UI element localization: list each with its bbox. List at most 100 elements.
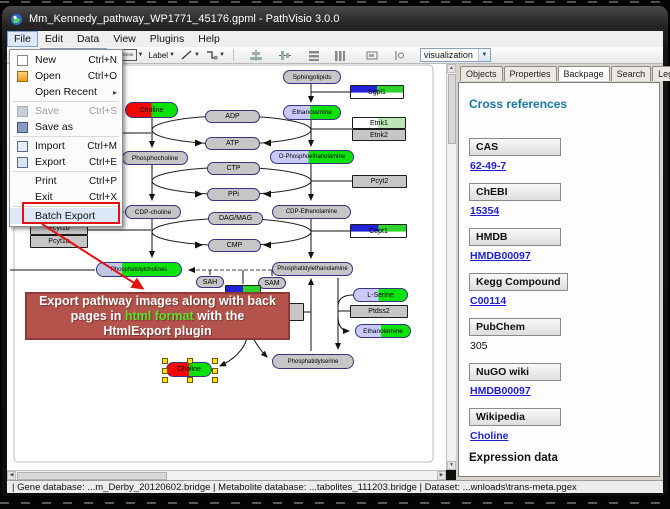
metabolite-node-phosphocholine[interactable]: Phosphocholine (122, 151, 188, 165)
scroll-right-button[interactable]: ▶ (437, 471, 446, 480)
vertical-scroll-thumb[interactable] (448, 74, 456, 144)
menu-item-import[interactable]: ImportCtrl+M (10, 138, 122, 154)
xref-link-15354[interactable]: 15354 (470, 205, 659, 217)
menu-item-exit[interactable]: ExitCtrl+X (10, 189, 122, 205)
backpage-section-cas[interactable]: CAS (469, 138, 561, 156)
chevron-down-icon[interactable]: ▼ (194, 52, 200, 58)
align-vertical-center-icon[interactable] (277, 48, 294, 62)
metabolite-node-cmp[interactable]: CMP (208, 239, 261, 252)
horizontal-scroll-thumb[interactable] (17, 472, 167, 480)
menu-item-open[interactable]: OpenCtrl+O (10, 68, 122, 84)
common-width-icon[interactable] (332, 48, 349, 62)
xref-link-choline[interactable]: Choline (470, 430, 659, 442)
scroll-left-button[interactable]: ◀ (7, 471, 16, 480)
tab-backpage[interactable]: Backpage (558, 66, 610, 81)
metabolite-node-atp[interactable]: ATP (205, 137, 260, 150)
backpage-section-chebi[interactable]: ChEBI (469, 183, 561, 201)
metabolite-node-choline[interactable]: Choline (166, 362, 212, 377)
selection-handle[interactable] (212, 358, 218, 364)
menubar-file[interactable]: File (7, 31, 38, 47)
metabolite-node-choline[interactable]: Choline (125, 102, 178, 118)
menu-item-save-as[interactable]: Save as (10, 119, 122, 135)
common-height-icon[interactable] (306, 48, 323, 62)
gene-box-pcyt1a[interactable]: Pcyt1a (30, 235, 88, 248)
backpage-section-wikipedia[interactable]: Wikipedia (469, 408, 561, 426)
metabolite-node-phosphatidylethanolamine[interactable]: Phosphatidylethanolamine (272, 262, 353, 276)
menubar-view[interactable]: View (106, 31, 143, 47)
align-left-icon[interactable] (364, 48, 381, 62)
scroll-up-button[interactable]: ▲ (447, 64, 456, 73)
selection-handle[interactable] (187, 377, 193, 383)
xref-link-hmdb00097[interactable]: HMDB00097 (470, 385, 659, 397)
metabolite-node-sam[interactable]: SAM (258, 277, 286, 289)
backpage-section-nugo-wiki[interactable]: NuGO wiki (469, 363, 561, 381)
tab-properties[interactable]: Properties (504, 66, 557, 81)
metabolite-node-sah[interactable]: SAH (196, 276, 224, 288)
gene-box-etnk2[interactable]: Etnk2 (352, 129, 406, 141)
chevron-down-icon[interactable]: ▼ (169, 52, 175, 58)
import-icon (17, 141, 28, 152)
selection-handle[interactable] (162, 377, 168, 383)
align-horizontal-center-icon[interactable] (248, 48, 265, 62)
submenu-arrow-icon: ▸ (113, 88, 117, 97)
scroll-down-button[interactable]: ▼ (447, 461, 456, 470)
add-connector-button[interactable]: ▼ (205, 49, 227, 61)
side-panel: ObjectsPropertiesBackpageSearchLegend Cr… (456, 64, 663, 480)
xref-link-c00114[interactable]: C00114 (470, 295, 659, 307)
chevron-down-icon[interactable]: ▼ (138, 52, 144, 58)
menu-item-open-recent[interactable]: Open Recent▸ (10, 84, 122, 100)
metabolite-node-cdp-choline[interactable]: CDP-choline (125, 205, 181, 219)
gene-box-sgpl1[interactable]: Sgpl1 (350, 85, 404, 99)
tab-search[interactable]: Search (611, 66, 652, 81)
gene-box-ptdss2[interactable]: Ptdss2 (350, 305, 408, 318)
metabolite-node-ethanolamine[interactable]: Ethanolamine (283, 105, 341, 120)
menu-item-label: New (35, 54, 88, 66)
tab-legend[interactable]: Legend (652, 66, 670, 81)
metabolite-node-sphingolipids[interactable]: Sphingolipids (283, 70, 341, 84)
torn-edge-top (0, 1, 670, 3)
tab-objects[interactable]: Objects (460, 66, 503, 81)
vertical-scrollbar[interactable]: ▲ ▼ (446, 64, 456, 470)
menubar-plugins[interactable]: Plugins (143, 31, 191, 47)
gene-box-pcyt2[interactable]: Pcyt2 (352, 175, 407, 188)
backpage-section-hmdb[interactable]: HMDB (469, 228, 561, 246)
gene-box-etnk1[interactable]: Etnk1 (352, 117, 406, 129)
menu-separator (13, 171, 119, 172)
selection-handle[interactable] (187, 358, 193, 364)
xref-link-hmdb00097[interactable]: HMDB00097 (470, 250, 659, 262)
metabolite-node-phosphatidylserine[interactable]: Phosphatidylserine (272, 354, 354, 369)
metabolite-node-dag-mag[interactable]: DAG/MAG (208, 212, 263, 225)
horizontal-scrollbar[interactable]: ◀ ▶ (7, 470, 446, 480)
xref-link-62-49-7[interactable]: 62-49-7 (470, 160, 659, 172)
menu-item-print[interactable]: PrintCtrl+P (10, 173, 122, 189)
gene-box-cept1[interactable]: Cept1 (350, 224, 407, 238)
save-icon (17, 106, 28, 117)
add-label-button[interactable]: Label▼ (148, 51, 177, 60)
metabolite-node-l-serine[interactable]: L-Serine (353, 288, 408, 302)
metabolite-node-phosphatidylcholines[interactable]: Phosphatidylcholines (96, 262, 182, 277)
selection-handle[interactable] (162, 358, 168, 364)
selection-handle[interactable] (212, 377, 218, 383)
menu-item-batch-export[interactable]: Batch Export (10, 208, 122, 224)
menu-item-new[interactable]: NewCtrl+N (10, 52, 122, 68)
menubar-data[interactable]: Data (70, 31, 106, 47)
visualization-dropdown-arrow[interactable]: ▼ (478, 49, 490, 61)
backpage-section-pubchem[interactable]: PubChem (469, 318, 561, 336)
metabolite-node-ppi[interactable]: PPi (207, 188, 260, 201)
menubar-help[interactable]: Help (191, 31, 227, 47)
menu-item-export[interactable]: ExportCtrl+E (10, 154, 122, 170)
metabolite-node-adp[interactable]: ADP (205, 110, 260, 123)
add-datanode-button[interactable]: Gene▼ (120, 49, 146, 61)
selection-handle[interactable] (162, 368, 168, 374)
metabolite-node-ethanolamine[interactable]: Ethanolamine (355, 324, 411, 338)
chevron-down-icon[interactable]: ▼ (219, 52, 225, 58)
visualization-combobox[interactable]: visualization▼ (420, 48, 491, 62)
align-right-icon[interactable] (392, 48, 409, 62)
metabolite-node-o-phosphoethanolamine[interactable]: O-Phosphoethanolamine (270, 150, 354, 164)
metabolite-node-ctp[interactable]: CTP (207, 162, 260, 175)
backpage-section-kegg-compound[interactable]: Kegg Compound (469, 273, 568, 291)
add-line-button[interactable]: ▼ (180, 49, 202, 61)
menubar-edit[interactable]: Edit (38, 31, 70, 47)
metabolite-node-cdp-ethanolamine[interactable]: CDP-Ethanolamine (272, 205, 351, 219)
selection-handle[interactable] (212, 368, 218, 374)
